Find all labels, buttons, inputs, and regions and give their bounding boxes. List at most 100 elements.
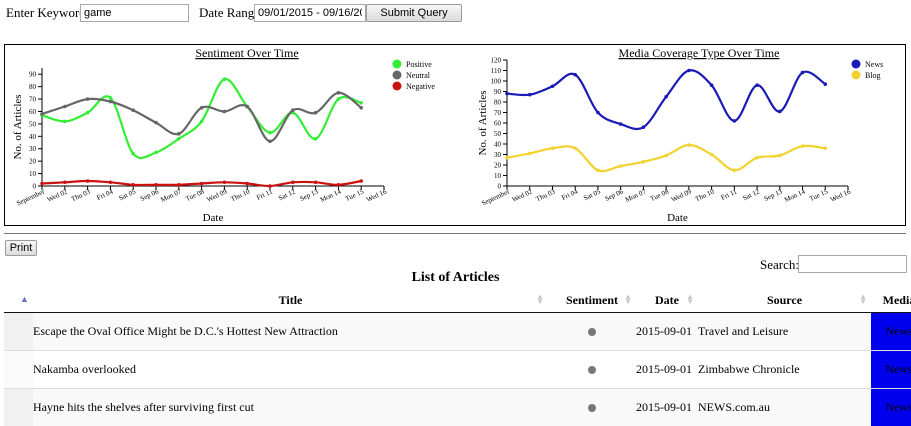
legend-swatch-negative [393, 82, 402, 91]
data-point-positive [177, 137, 181, 141]
y-tick-label: 0 [498, 183, 502, 191]
y-tick-label: 30 [29, 145, 37, 153]
keyword-input[interactable] [80, 4, 189, 22]
x-tick-label: Sep 13 [299, 187, 320, 203]
sentiment-dot-icon [588, 366, 596, 374]
data-point-news [664, 95, 668, 99]
legend-swatch-news [852, 60, 861, 69]
table-header-row: ▲ Title▲▼ Sentiment▲▼ Date▲▼ Source▲▼ Me… [4, 288, 911, 313]
data-point-negative [109, 180, 113, 184]
date-cell: 2015-09-01 [636, 389, 698, 426]
data-point-blog [619, 164, 623, 168]
data-point-neutral [177, 132, 181, 136]
data-point-news [733, 119, 737, 123]
data-point-negative [314, 180, 318, 184]
data-point-negative [63, 180, 67, 184]
chart-title: Sentiment Over Time [195, 46, 298, 60]
sort-ascending-icon: ▲ [20, 294, 29, 304]
x-tick-label: Mon 14 [783, 187, 807, 204]
x-tick-label: Wed 09 [205, 187, 228, 204]
row-index-cell [4, 389, 33, 426]
data-point-negative [200, 182, 204, 186]
x-tick-label: Fri 11 [255, 187, 274, 202]
data-point-blog [778, 154, 782, 158]
date-range-label: Date Range [199, 5, 260, 21]
data-point-neutral [337, 91, 341, 95]
column-header-date[interactable]: Date▲▼ [636, 288, 698, 313]
data-point-blog [687, 143, 691, 147]
data-point-positive [223, 77, 227, 81]
legend-label-neutral: Neutral [406, 71, 431, 80]
sort-icon: ▲▼ [686, 294, 694, 304]
media-cell: News [871, 313, 911, 351]
sentiment-cell [548, 389, 636, 426]
data-point-negative [131, 183, 135, 187]
data-point-positive [154, 151, 158, 155]
print-button[interactable]: Print [5, 240, 37, 256]
x-tick-label: Tue 15 [808, 187, 829, 203]
data-point-neutral [40, 112, 44, 116]
sentiment-dot-icon [588, 404, 596, 412]
x-tick-label: Thu 03 [535, 187, 557, 203]
legend-label-news: News [865, 60, 883, 69]
x-tick-label: September [480, 187, 511, 207]
data-point-positive [314, 137, 318, 141]
keyword-label: Enter Keyword: [6, 5, 89, 21]
x-tick-label: Sat 12 [741, 187, 761, 202]
date-range-input[interactable] [254, 4, 366, 22]
data-point-news [505, 92, 509, 96]
legend-swatch-positive [393, 60, 402, 69]
source-cell: Travel and Leisure [698, 313, 871, 351]
articles-table: ▲ Title▲▼ Sentiment▲▼ Date▲▼ Source▲▼ Me… [4, 288, 911, 426]
x-axis-label: Date [667, 212, 688, 224]
table-row[interactable]: Hayne hits the shelves after surviving f… [4, 389, 911, 426]
data-point-neutral [223, 110, 227, 114]
data-point-positive [200, 120, 204, 124]
table-row[interactable]: Nakamba overlooked 2015-09-01 Zimbabwe C… [4, 351, 911, 389]
y-axis-label: No. of Articles [12, 94, 24, 159]
data-point-positive [359, 101, 363, 105]
x-tick-label: Sep 06 [139, 187, 160, 203]
data-point-positive [109, 96, 113, 100]
series-line-news [507, 70, 825, 129]
x-tick-label: Wed 16 [365, 187, 388, 204]
data-point-blog [823, 146, 827, 150]
data-point-news [573, 73, 577, 77]
data-point-negative [154, 183, 158, 187]
title-cell[interactable]: Escape the Oval Office Might be D.C.'s H… [33, 313, 548, 351]
sort-icon: ▲▼ [536, 294, 544, 304]
data-point-news [755, 83, 759, 87]
data-point-news [801, 71, 805, 75]
y-tick-label: 50 [29, 120, 37, 128]
data-point-neutral [86, 97, 90, 101]
source-cell: Zimbabwe Chronicle [698, 351, 871, 389]
title-cell[interactable]: Hayne hits the shelves after surviving f… [33, 389, 548, 426]
column-header-title[interactable]: Title▲▼ [33, 288, 548, 313]
charts-panel: Sentiment Over Time0102030405060708090Se… [4, 44, 906, 226]
column-header-media[interactable]: Media▲▼ [871, 288, 911, 313]
date-cell: 2015-09-01 [636, 313, 698, 351]
title-cell[interactable]: Nakamba overlooked [33, 351, 548, 389]
y-tick-label: 20 [494, 162, 502, 170]
legend-swatch-neutral [393, 71, 402, 80]
x-tick-label: Wed 02 [511, 187, 534, 204]
y-tick-label: 70 [494, 109, 502, 117]
data-point-positive [131, 152, 135, 156]
column-header-index[interactable]: ▲ [4, 288, 33, 313]
x-tick-label: Sat 12 [277, 187, 297, 202]
x-tick-label: Tue 08 [649, 187, 670, 203]
y-tick-label: 120 [491, 57, 502, 65]
data-point-negative [40, 182, 44, 186]
y-tick-label: 40 [494, 141, 502, 149]
x-tick-label: Tue 15 [344, 187, 365, 203]
column-header-sentiment[interactable]: Sentiment▲▼ [548, 288, 636, 313]
table-row[interactable]: Escape the Oval Office Might be D.C.'s H… [4, 313, 911, 351]
column-header-source[interactable]: Source▲▼ [698, 288, 871, 313]
data-point-blog [528, 152, 532, 156]
submit-query-button[interactable]: Submit Query [366, 4, 462, 22]
data-point-negative [245, 182, 249, 186]
media-cell: News [871, 389, 911, 426]
sort-icon: ▲▼ [624, 294, 632, 304]
x-tick-label: Thu 03 [70, 187, 92, 203]
data-point-negative [291, 180, 295, 184]
